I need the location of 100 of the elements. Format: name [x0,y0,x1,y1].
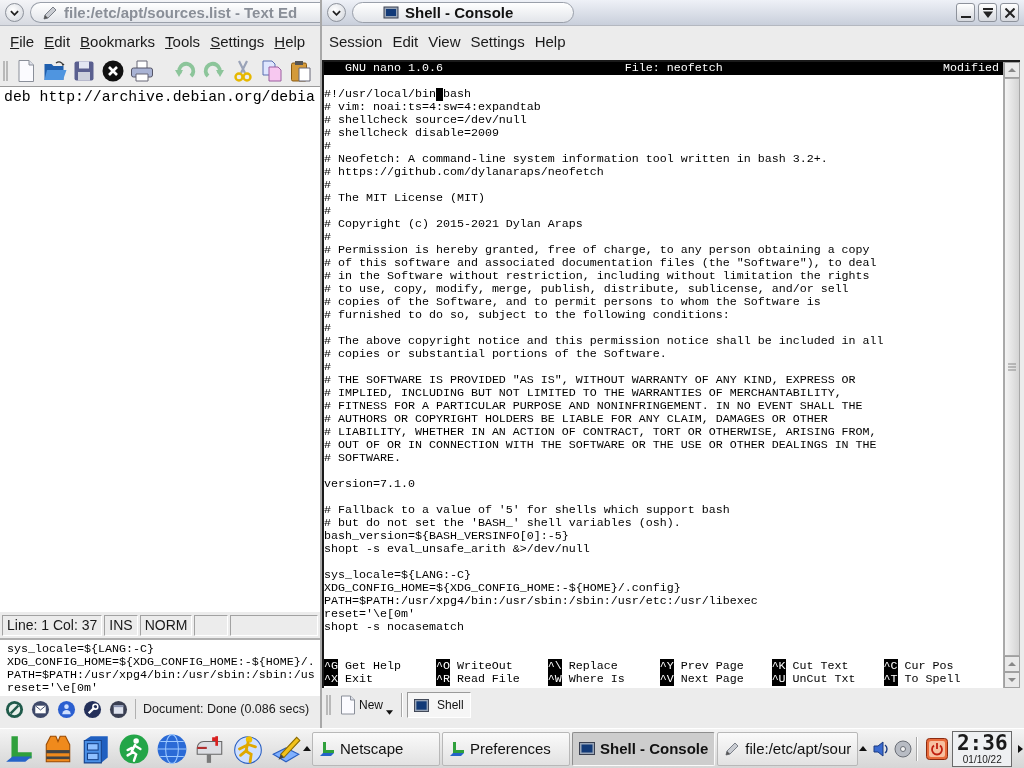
clock-panel[interactable]: 2:36 01/10/22 [952,730,1013,767]
maximize-button[interactable] [978,3,997,22]
menu-item[interactable]: File [6,32,39,50]
code-line: # copies or substantial portions of the Software. [324,348,668,361]
menu-item[interactable]: Edit [388,32,423,50]
code-line: # SOFTWARE. [324,452,402,465]
menu-item[interactable]: Bookmarks [76,32,160,50]
page-text-line: reset='\e[0m' [7,682,99,695]
code-line: # vim: noai:ts=4:sw=4:expandtab [324,101,542,114]
taskbar-button[interactable]: Shell - Console [572,731,716,766]
menu-item[interactable]: Session [325,32,387,50]
code-line: # Fallback to a value of '5' for shells which support bash [324,504,731,517]
grip-icon[interactable] [3,60,9,82]
minimize-button[interactable] [956,3,975,22]
code-line: # copies of the Software, and to permit persons to whom the Software is [324,296,822,309]
person-icon[interactable] [57,699,76,719]
session-tab[interactable]: Shell [407,692,471,718]
shortcut-key: ^K [771,659,786,673]
arrow-up-icon[interactable] [1004,656,1020,672]
code-line: # LIABILITY, WHETHER IN AN ACTION OF CONTRACT, TORT OR OTHERWISE, ARISING FROM, [324,426,878,439]
minimize-icon [960,16,971,18]
monitor-icon [383,4,399,21]
clock-time: 2:36 [956,732,1008,754]
taskbar-button[interactable]: Netscape [312,731,440,766]
globe-icon[interactable] [156,732,188,765]
power-icon[interactable] [926,737,949,760]
taskbar-button[interactable]: file:/etc/apt/sour [717,731,859,766]
open-folder-icon[interactable] [43,59,67,83]
editor-version: GNU nano 1.0.6 [345,62,443,75]
code-line: # FITNESS FOR A PARTICULAR PURPOSE AND NONINFRINGEMENT. IN NO EVENT SHALL THE [324,400,864,413]
code-line: # The above copyright notice and this permission notice shall be included in all [324,335,885,348]
window-icon[interactable] [109,699,128,719]
code-line: # Neofetch: A command-line system information tool written in bash 3.2+. [324,153,829,166]
code-line: PATH=$PATH:/usr/xpg4/bin:/usr/sbin:/sbin:/usr/etc:/usr/libexec [324,595,759,608]
shortcut-label: WriteOut [456,659,513,673]
code-line: # The MIT License (MIT) [324,192,486,205]
running-man-icon[interactable] [118,732,150,765]
maximize-icon [982,7,993,18]
window-title: Shell - Console [405,4,514,21]
taskbar-button[interactable]: Preferences [442,731,570,766]
code-line: sys_locale=${LANG:-C} [324,569,472,582]
menu-item[interactable]: Help [530,32,570,50]
chevron-down-icon [332,9,341,16]
wrench-icon[interactable] [83,699,102,719]
close-button[interactable] [1000,3,1019,22]
shortcut-key: ^R [435,672,450,686]
slashed-circle-icon[interactable] [5,699,24,719]
code-line: # shellcheck disable=2009 [324,127,500,140]
code-line: # furnished to do so, subject to the following conditions: [324,309,731,322]
shortcut-label: Cur Pos [904,659,954,673]
shortcut-key: ^Y [659,659,674,673]
grip-icon [1008,363,1016,371]
copy-icon[interactable] [260,59,284,83]
speaker-icon[interactable] [872,739,891,758]
shortcut-label: Read File [456,672,520,686]
monitor-icon [414,698,429,712]
shortcut-label: Cut Text [792,659,849,673]
shortcut-label: Prev Page [680,659,744,673]
menu-item[interactable]: Tools [161,32,205,50]
menu-item[interactable]: Settings [206,32,269,50]
caret-down-icon [386,710,393,715]
code-line: shopt -s nocasematch [324,621,465,634]
window-menu-button[interactable] [327,3,346,22]
grip-icon[interactable] [326,694,332,716]
code-line: # Permission is hereby granted, free of charge, to any person obtaining a copy [324,244,871,257]
text-area[interactable]: deb http://archive.debian.org/debia [0,86,320,612]
new-session-button[interactable]: New [336,691,397,719]
code-line: # https://github.com/dylanaraps/neofetch [324,166,605,179]
caret-up-icon[interactable] [859,744,868,753]
envelope-icon[interactable] [31,699,50,719]
menu-item[interactable]: Settings [466,32,529,50]
page-text-line: PATH=$PATH:/usr/xpg4/bin:/usr/sbin:/sbin:/us [7,669,316,682]
window-menu-button[interactable] [5,3,24,22]
code-line: version=7.1.0 [324,478,416,491]
shortcut-label: Where Is [568,672,625,686]
menu-item[interactable]: Help [270,32,310,50]
pencil-icon [724,740,741,757]
clock-date: 01/10/22 [962,753,1002,765]
close-circle-icon[interactable] [101,59,125,83]
shortcut-key: ^W [547,672,562,686]
code-line: shopt -s eval_unsafe_arith &>/dev/null [324,543,591,556]
menu-item[interactable]: Edit [40,32,75,50]
shortcut-key: ^\ [547,659,562,673]
menu-item[interactable]: View [424,32,465,50]
code-line: # to use, copy, modify, merge, publish, distribute, sublicense, and/or sell [324,283,850,296]
text-cursor [435,88,443,101]
chevron-down-icon [10,9,19,16]
code-line: # but do not set the 'BASH_' shell variables (osh). [324,517,682,530]
code-line: # of this software and associated documentation files (the "Software"), to deal [324,257,878,270]
code-line: # IMPLIED, INCLUDING BUT NOT LIMITED TO THE WARRANTIES OF MERCHANTABILITY, [324,387,843,400]
caret-right-icon[interactable] [1017,744,1024,753]
shortcut-label: Replace [568,659,618,673]
arrow-up-icon[interactable] [1004,62,1020,78]
arrow-down-icon[interactable] [1004,672,1020,688]
window-title: file:/etc/apt/sources.list - Text Ed [64,4,298,21]
printer-icon[interactable] [130,59,154,83]
disc-icon[interactable] [894,739,913,758]
pencil-icon [42,4,58,21]
code-text: bash [442,88,471,101]
clipboard-icon[interactable] [289,59,313,83]
